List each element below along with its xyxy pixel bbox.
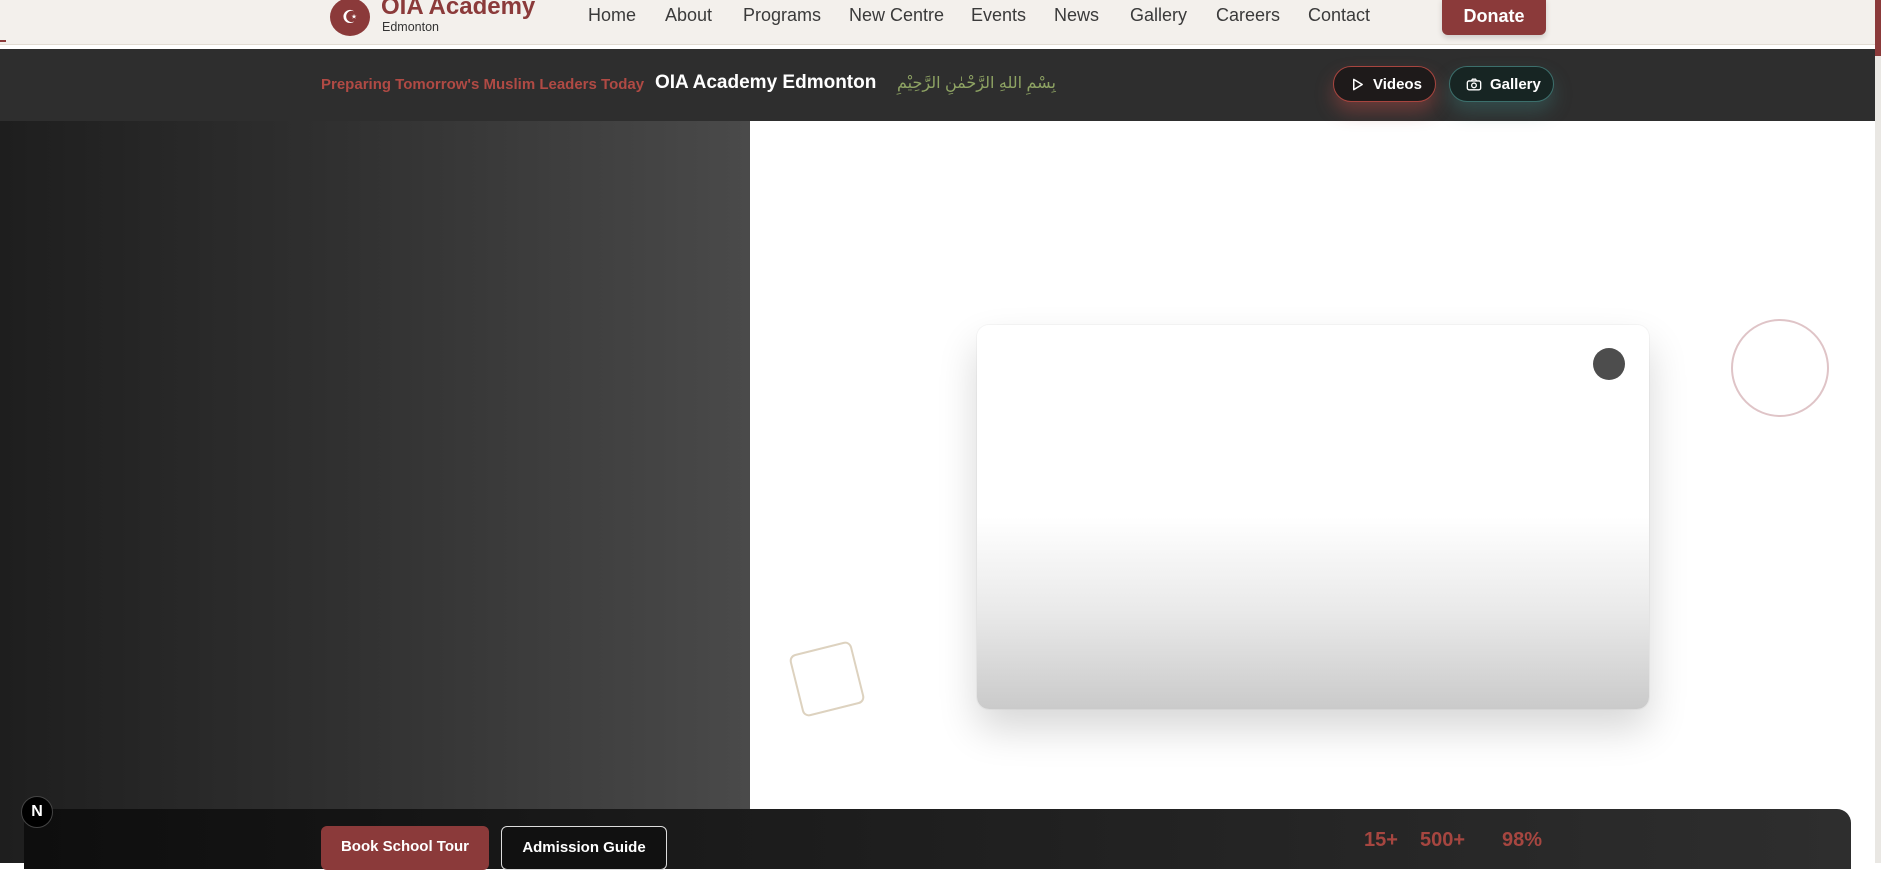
announcement-ribbon: Preparing Tomorrow's Muslim Leaders Toda… [0, 49, 1875, 121]
logo-subtitle: Edmonton [382, 20, 439, 34]
nav-about[interactable]: About [665, 5, 712, 26]
book-school-tour-button[interactable]: Book School Tour [321, 826, 489, 870]
hero-media-card[interactable] [977, 325, 1649, 709]
play-icon [1353, 78, 1363, 90]
videos-button[interactable]: Videos [1333, 66, 1436, 102]
page-scrollbar[interactable] [1875, 0, 1881, 863]
nav-gallery[interactable]: Gallery [1130, 5, 1187, 26]
nav-home[interactable]: Home [588, 5, 636, 26]
nav-programs[interactable]: Programs [743, 5, 821, 26]
card-indicator-dot [1593, 348, 1625, 380]
scrollbar-thumb[interactable] [1875, 0, 1881, 56]
ribbon-tagline: Preparing Tomorrow's Muslim Leaders Toda… [321, 76, 645, 93]
stat-students: 500+ [1420, 829, 1466, 851]
bismillah-text: بِسْمِ اللهِ الرَّحْمٰنِ الرَّحِيْمِ [897, 75, 1056, 92]
nav-events[interactable]: Events [971, 5, 1026, 26]
gallery-label: Gallery [1490, 75, 1541, 93]
camera-icon [1466, 78, 1482, 90]
gallery-button[interactable]: Gallery [1449, 66, 1554, 102]
stat-success: 98% [1502, 829, 1543, 851]
nav-news[interactable]: News [1054, 5, 1099, 26]
nav-new-centre[interactable]: New Centre [849, 5, 944, 26]
hero-image-panel [0, 121, 750, 863]
hero-action-bar [24, 809, 1851, 869]
nav-contact[interactable]: Contact [1308, 5, 1370, 26]
stat-years: 15+ [1364, 829, 1398, 851]
logo-title[interactable]: OIA Academy [381, 0, 535, 21]
decorative-circle [1731, 319, 1829, 417]
nextjs-badge-icon[interactable]: N [21, 796, 53, 828]
donate-button[interactable]: Donate [1442, 0, 1546, 35]
decorative-square [788, 640, 866, 718]
header-accent [0, 40, 6, 42]
videos-label: Videos [1373, 75, 1422, 93]
admission-guide-button[interactable]: Admission Guide [501, 826, 667, 870]
nav-careers[interactable]: Careers [1216, 5, 1280, 26]
ribbon-title: OIA Academy Edmonton [655, 72, 877, 93]
